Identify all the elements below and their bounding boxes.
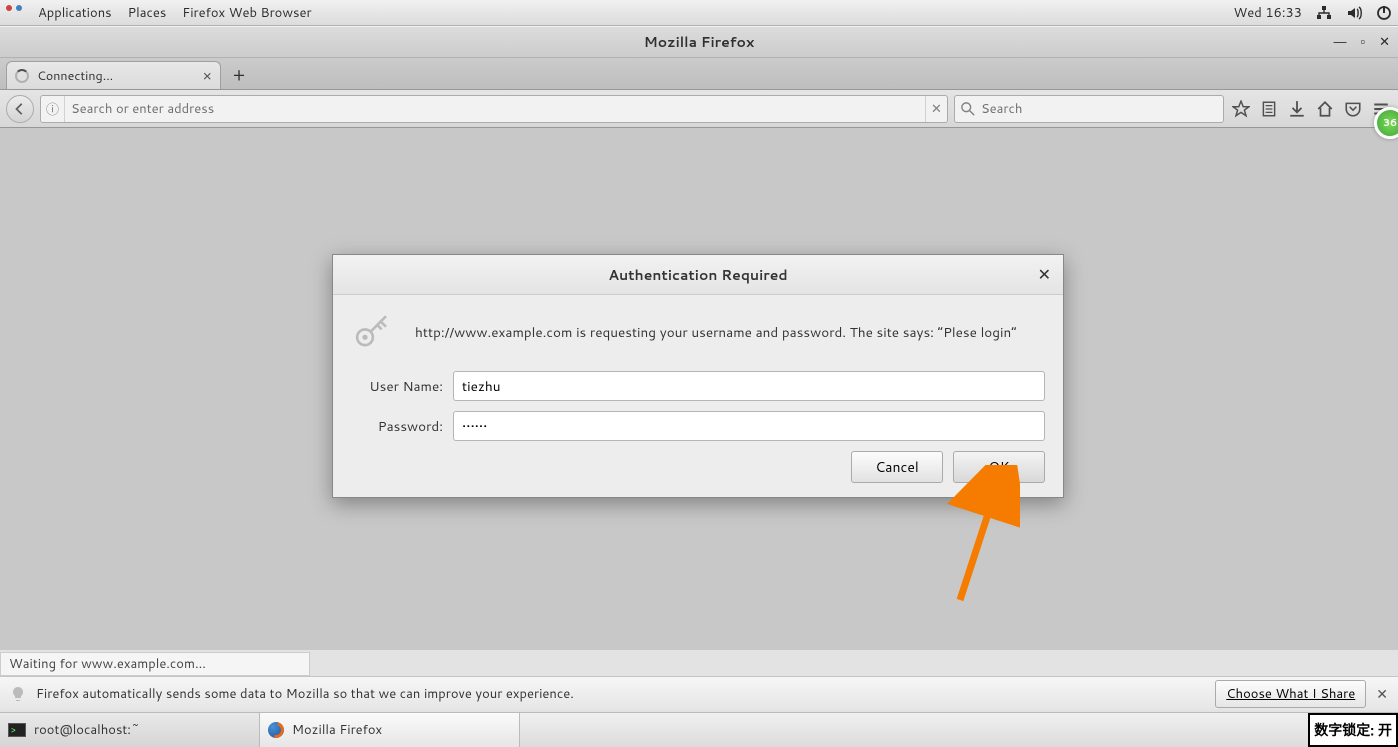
close-window-button[interactable]: ✕	[1379, 34, 1390, 50]
extension-badge-360[interactable]: 36	[1374, 107, 1398, 139]
pocket-icon	[1344, 100, 1362, 118]
downloads-button[interactable]	[1286, 100, 1308, 118]
cancel-button[interactable]: Cancel	[851, 451, 943, 483]
home-button[interactable]	[1314, 100, 1336, 118]
status-label: Waiting for www.example.com...	[9, 655, 206, 673]
dialog-title: Authentication Required	[608, 265, 787, 285]
url-input[interactable]	[65, 100, 925, 118]
password-input[interactable]	[453, 411, 1045, 441]
lightbulb-icon	[10, 686, 26, 702]
maximize-button[interactable]: ▫	[1360, 34, 1365, 50]
back-button[interactable]	[6, 95, 34, 123]
info-bar: Firefox automatically sends some data to…	[0, 676, 1398, 710]
clipboard-icon	[1260, 100, 1278, 118]
gnome-topbar: Applications Places Firefox Web Browser …	[0, 0, 1398, 26]
power-icon[interactable]	[1376, 5, 1392, 21]
taskbar-item-label: root@localhost:~	[34, 721, 140, 739]
indicator-text: 数字锁定: 开	[1314, 720, 1392, 740]
star-icon	[1232, 100, 1250, 118]
volume-icon[interactable]	[1346, 5, 1362, 21]
tab-title: Connecting...	[37, 67, 113, 85]
tab-close-button[interactable]: ×	[202, 65, 212, 86]
status-text: Waiting for www.example.com...	[0, 652, 310, 676]
window-title: Mozilla Firefox	[644, 32, 755, 52]
firefox-icon	[268, 722, 284, 738]
minimize-button[interactable]: —	[1333, 34, 1346, 50]
search-bar[interactable]	[954, 95, 1224, 123]
auth-dialog: Authentication Required ✕ http://www.exa…	[332, 254, 1064, 498]
dialog-header: Authentication Required ✕	[333, 255, 1063, 295]
infobar-close-button[interactable]: ✕	[1376, 684, 1388, 704]
input-indicator: 数字锁定: 开	[1308, 713, 1398, 747]
taskbar-item-firefox[interactable]: Mozilla Firefox	[260, 713, 520, 747]
username-input[interactable]	[453, 371, 1045, 401]
infobar-text: Firefox automatically sends some data to…	[36, 685, 574, 703]
nav-toolbar: ⓘ ✕	[0, 90, 1398, 128]
pocket-button[interactable]	[1342, 100, 1364, 118]
search-icon	[961, 102, 975, 116]
app-title-menu[interactable]: Firefox Web Browser	[182, 4, 311, 22]
browser-tab[interactable]: Connecting... ×	[6, 61, 221, 89]
window-titlebar: Mozilla Firefox — ▫ ✕	[0, 26, 1398, 58]
clock[interactable]: Wed 16:33	[1234, 4, 1302, 22]
identity-icon[interactable]: ⓘ	[41, 96, 65, 122]
search-input[interactable]	[981, 100, 1217, 118]
dialog-message: http://www.example.com is requesting you…	[415, 323, 1017, 342]
key-icon	[351, 311, 393, 353]
password-label: Password:	[351, 417, 443, 436]
home-icon	[1316, 100, 1334, 118]
dialog-close-button[interactable]: ✕	[1038, 263, 1051, 286]
bookmarks-list-button[interactable]	[1258, 100, 1280, 118]
url-bar[interactable]: ⓘ ✕	[40, 95, 948, 123]
taskbar: root@localhost:~ Mozilla Firefox	[0, 712, 1398, 747]
activities-icon[interactable]	[6, 5, 22, 21]
taskbar-item-terminal[interactable]: root@localhost:~	[0, 713, 260, 747]
arrow-left-icon	[13, 102, 27, 116]
network-icon[interactable]	[1316, 5, 1332, 21]
tab-strip: Connecting... × +	[0, 58, 1398, 90]
taskbar-item-label: Mozilla Firefox	[292, 721, 382, 739]
username-label: User Name:	[351, 377, 443, 396]
loading-spinner-icon	[15, 69, 29, 83]
ok-button[interactable]: OK	[953, 451, 1045, 483]
places-menu[interactable]: Places	[128, 4, 167, 22]
new-tab-button[interactable]: +	[225, 61, 253, 87]
applications-menu[interactable]: Applications	[38, 4, 112, 22]
download-icon	[1288, 100, 1306, 118]
url-clear-button[interactable]: ✕	[925, 96, 947, 122]
terminal-icon	[8, 723, 26, 737]
bookmark-star-button[interactable]	[1230, 100, 1252, 118]
choose-what-i-share-button[interactable]: Choose What I Share	[1215, 680, 1366, 708]
